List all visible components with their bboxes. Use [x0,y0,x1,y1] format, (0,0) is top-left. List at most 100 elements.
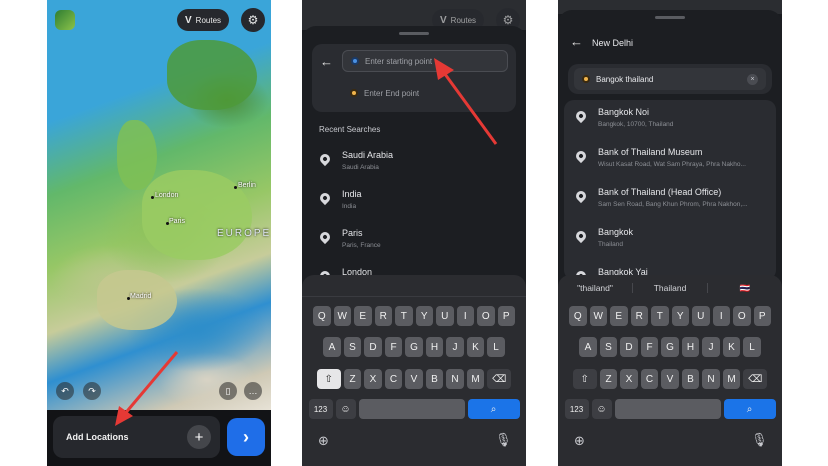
key[interactable]: L [743,337,761,357]
start-point-input[interactable]: Enter starting point [342,50,508,72]
key[interactable]: E [610,306,628,326]
back-arrow-icon[interactable]: ← [570,34,583,49]
key[interactable]: G [405,337,423,357]
key[interactable]: V [405,369,423,389]
chat-icon[interactable]: … [244,382,262,400]
backspace-key[interactable]: ⌫ [487,369,512,389]
book-icon[interactable]: ▯ [219,382,237,400]
key[interactable]: T [651,306,669,326]
key[interactable]: X [364,369,382,389]
key[interactable]: B [681,369,700,389]
key[interactable]: Y [671,306,689,326]
result-item[interactable]: Bangkok Noi Bangkok, 10700, Thailand [558,103,782,141]
settings-button[interactable]: ⚙ [241,8,265,32]
result-item[interactable]: Bank of Thailand Museum Wisut Kasat Road… [558,143,782,181]
key[interactable]: R [630,306,648,326]
go-button[interactable]: › [227,418,265,456]
recent-item[interactable]: India India [302,185,526,223]
key[interactable]: G [661,337,679,357]
map-view[interactable]: London Paris Berlin Madrid EUROPE V Rout… [47,0,271,410]
key[interactable]: K [722,337,741,357]
key[interactable]: J [446,337,464,357]
space-key[interactable] [358,399,465,419]
globe-icon[interactable]: ⊕ [318,433,329,449]
key[interactable]: M [466,369,485,389]
clear-icon[interactable]: × [747,73,758,85]
add-location-button[interactable]: + [187,425,211,449]
key[interactable]: F [384,337,403,357]
key[interactable]: A [323,337,341,357]
key[interactable]: U [436,306,454,326]
sheet-handle[interactable] [655,16,685,19]
start-dot-icon [351,57,359,65]
suggestion-flag-icon[interactable]: 🇹🇭 [708,283,782,294]
backspace-key[interactable]: ⌫ [743,369,768,389]
keyboard-suggestion-strip [302,275,526,297]
key[interactable]: W [589,306,607,326]
key[interactable]: Q [313,306,331,326]
key[interactable]: Q [569,306,587,326]
end-point-input[interactable]: Enter End point [342,82,508,104]
recent-item[interactable]: Saudi Arabia Saudi Arabia [302,146,526,184]
key[interactable]: J [702,337,720,357]
emoji-key[interactable]: ☺ [591,399,612,419]
key[interactable]: S [599,337,618,357]
key[interactable]: D [364,337,382,357]
key[interactable]: U [692,306,710,326]
result-item[interactable]: Bank of Thailand (Head Office) Sam Sen R… [558,183,782,221]
emoji-key[interactable]: ☺ [335,399,356,419]
add-locations-bar[interactable]: Add Locations + [53,416,220,458]
recent-item-subtitle: Paris, France [342,242,381,249]
key[interactable]: O [477,306,495,326]
key[interactable]: A [579,337,597,357]
key[interactable]: P [753,306,771,326]
space-key[interactable] [614,399,721,419]
undo-icon[interactable]: ↶ [56,382,74,400]
key[interactable]: R [374,306,392,326]
key[interactable]: H [681,337,700,357]
key[interactable]: Y [415,306,433,326]
key[interactable]: H [425,337,444,357]
key[interactable]: C [640,369,659,389]
key[interactable]: T [395,306,413,326]
key[interactable]: P [497,306,515,326]
search-key[interactable]: ⌕ [723,399,776,419]
suggestion-item[interactable]: Thailand [633,283,708,293]
key[interactable]: M [722,369,741,389]
routes-button[interactable]: V Routes [177,9,230,31]
key[interactable]: N [446,369,464,389]
key[interactable]: N [702,369,720,389]
suggestion-item[interactable]: "thailand" [558,283,633,293]
key[interactable]: Z [599,369,618,389]
numbers-key[interactable]: 123 [308,399,333,419]
key[interactable]: L [487,337,505,357]
sheet-handle[interactable] [399,32,429,35]
back-arrow-icon[interactable]: ← [320,54,333,69]
key[interactable]: F [640,337,659,357]
microphone-icon[interactable]: 🎙 [751,432,768,448]
screenshot-canvas: London Paris Berlin Madrid EUROPE V Rout… [0,0,828,466]
key[interactable]: B [425,369,444,389]
microphone-icon[interactable]: 🎙 [495,432,512,448]
numbers-key[interactable]: 123 [564,399,589,419]
redo-icon[interactable]: ↷ [83,382,101,400]
key[interactable]: V [661,369,679,389]
search-input[interactable]: Bangok thailand × [574,68,766,90]
key[interactable]: O [733,306,751,326]
key[interactable]: C [384,369,403,389]
globe-icon[interactable]: ⊕ [574,433,585,449]
key[interactable]: E [354,306,372,326]
key[interactable]: K [466,337,485,357]
shift-key[interactable]: ⇧ [572,369,597,389]
key[interactable]: I [456,306,474,326]
key[interactable]: Z [343,369,362,389]
key[interactable]: S [343,337,362,357]
search-key[interactable]: ⌕ [467,399,520,419]
key[interactable]: X [620,369,638,389]
key[interactable]: W [333,306,351,326]
key[interactable]: I [712,306,730,326]
key[interactable]: D [620,337,638,357]
recent-item[interactable]: Paris Paris, France [302,224,526,262]
result-item[interactable]: Bangkok Thailand [558,223,782,261]
shift-key[interactable]: ⇧ [316,369,341,389]
